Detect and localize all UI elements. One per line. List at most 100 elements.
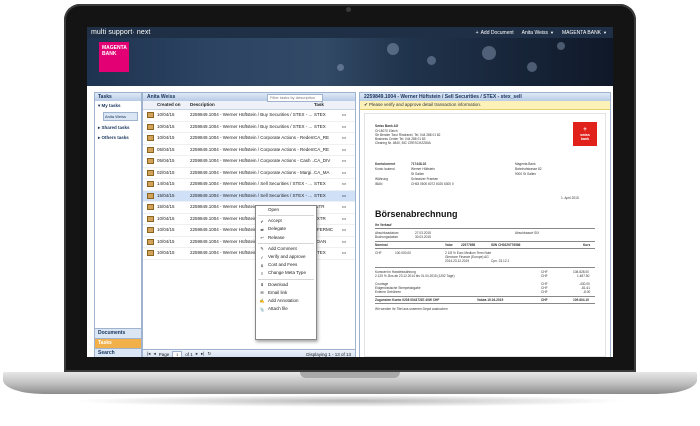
comment-icon[interactable]: ▭ <box>338 237 350 248</box>
nav-others-tasks[interactable]: ▸ Others tasks <box>95 133 141 143</box>
menu-item[interactable]: ✍ Add Annotation <box>256 297 316 305</box>
menu-item-icon: ↩ <box>260 235 264 241</box>
menu-item[interactable]: ≡ Change Meta Type <box>256 269 316 277</box>
menu-item[interactable]: ✉ Email link <box>256 289 316 297</box>
column-task[interactable]: Task <box>314 101 338 109</box>
menu-item[interactable]: ↩ Release <box>256 234 316 242</box>
tab-search[interactable]: Search <box>95 348 141 357</box>
refresh-icon[interactable]: ↻ <box>207 351 211 357</box>
comment-icon[interactable]: ▭ <box>338 122 350 133</box>
task-type: CA_DIV <box>314 158 331 163</box>
last-page-icon[interactable]: ▸| <box>201 351 204 357</box>
next-page-icon[interactable]: ▸ <box>196 351 198 357</box>
task-row[interactable]: 10/04/15 2259849.1004 - Werner Hüftstein … <box>143 237 355 248</box>
top-bar: multi support· next + Add Document Anita … <box>87 27 613 38</box>
task-row[interactable]: 15/04/15 2259849.1004 - Werner Hüftstein … <box>143 202 355 214</box>
menu-item[interactable]: ✓ Verify and approve <box>256 253 316 261</box>
divider <box>375 267 595 268</box>
task-description: 2259849.1004 - Werner Hüftstein / Buy Se… <box>190 112 313 117</box>
task-row[interactable]: 15/04/15 2259849.1004 - Werner Hüftstein … <box>143 190 355 202</box>
check-icon: ✔ <box>364 102 368 107</box>
task-type: STEX <box>314 192 326 198</box>
task-date: 15/04/15 <box>157 204 175 209</box>
menu-item-icon: ≡ <box>260 270 264 276</box>
comment-icon[interactable]: ▭ <box>338 156 350 167</box>
address-line: 9000 St Gallen <box>515 172 537 176</box>
document-preview: Swiss Bank AG CH-8070 Zürich Str Bender … <box>364 113 606 357</box>
comment-icon[interactable]: ▭ <box>338 202 350 213</box>
add-document-button[interactable]: + Add Document <box>476 30 514 36</box>
column-header: Created on Description Task <box>143 101 355 110</box>
task-row[interactable]: 10/04/15 2259849.1004 - Werner Hüftstein … <box>143 110 355 122</box>
nav-my-tasks[interactable]: ▾ My tasks <box>95 101 141 111</box>
task-row[interactable]: 05/04/15 2259849.1004 - Werner Hüftstein … <box>143 145 355 156</box>
column-created-on[interactable]: Created on <box>157 101 190 109</box>
comment-icon[interactable]: ▭ <box>338 168 350 179</box>
menu-item-icon: ✓ <box>260 254 264 260</box>
task-row[interactable]: 10/04/15 2259849.1004 - Werner Hüftstein … <box>143 214 355 225</box>
menu-item[interactable]: $ Cost and Fees <box>256 261 316 269</box>
position-line: Cpn. 23.12.1 <box>491 259 510 263</box>
task-row[interactable]: 05/04/15 2259849.1004 - Werner Hüftstein … <box>143 156 355 168</box>
konto-value: 717448-02 <box>411 162 427 166</box>
approval-notice: ✔ Please verify and approve detail trans… <box>360 101 610 110</box>
task-row[interactable]: 10/04/15 2259849.1004 - Werner Hüftstein … <box>143 122 355 133</box>
comment-icon[interactable]: ▭ <box>338 248 350 259</box>
prev-page-icon[interactable]: ◂ <box>153 351 155 357</box>
task-date: 10/04/15 <box>157 227 175 232</box>
task-row[interactable]: 02/04/15 2259849.1004 - Werner Hüftstein … <box>143 168 355 179</box>
task-row[interactable]: 10/04/15 2259849.1004 - Werner Hüftstein … <box>143 225 355 237</box>
address-line: Bahnhofstrasse 82 <box>515 167 542 171</box>
column-description[interactable]: Description <box>190 101 314 109</box>
first-page-icon[interactable]: |◂ <box>147 351 150 357</box>
comment-icon[interactable]: ▭ <box>338 179 350 190</box>
menu-item[interactable]: ⇄ Delegate <box>256 225 316 233</box>
position-line: 100.000.00 <box>395 251 411 255</box>
task-row[interactable]: 10/04/15 2259849.1004 - Werner Hüftstein … <box>143 248 355 260</box>
comment-icon[interactable]: ▭ <box>338 110 350 121</box>
task-date: 10/04/15 <box>157 215 175 221</box>
plus-icon: + <box>475 29 479 36</box>
total-valuta: Valuta 15.04.2015 <box>477 298 504 302</box>
menu-item-icon: $ <box>260 262 264 268</box>
tab-tasks[interactable]: Tasks <box>95 338 141 348</box>
total-label: Zugunsten Konto 0208 00437287.40W CHF <box>375 298 440 302</box>
menu-item[interactable]: 📎 Attach file <box>256 305 316 313</box>
menu-item[interactable]: ⬇ Download <box>256 281 316 289</box>
chevron-down-icon: ▼ <box>603 30 607 35</box>
page-input[interactable]: 1 <box>172 350 183 357</box>
menu-item-icon <box>259 208 265 213</box>
task-type: XFERMC <box>314 227 333 232</box>
konto-value: St Gallen <box>411 172 425 176</box>
task-icon <box>143 225 157 236</box>
menu-item[interactable]: Open <box>256 206 316 214</box>
nav-user-chip[interactable]: Anita Weiss <box>103 112 138 121</box>
document-subtitle: Ihr Verkauf <box>375 223 392 227</box>
task-row[interactable]: 14/04/15 2259849.1004 - Werner Hüftstein … <box>143 179 355 191</box>
konto-label: Währung <box>375 177 388 181</box>
task-rows: 10/04/15 2259849.1004 - Werner Hüftstein … <box>143 110 355 260</box>
nav-shared-tasks[interactable]: ▸ Shared tasks <box>95 123 141 133</box>
tab-documents[interactable]: Documents <box>95 328 141 338</box>
menu-item[interactable]: ✔ Accept <box>256 217 316 225</box>
comment-icon[interactable]: ▭ <box>338 133 350 144</box>
sender-line: Clearing Nr. 4840, BIC CRESCHZZ80A <box>375 141 431 145</box>
app-logo: multi support· next <box>91 29 151 36</box>
bank-menu[interactable]: MAGENTA BANK ▼ <box>562 30 607 36</box>
menu-item-icon: ✔ <box>260 218 264 224</box>
task-icon <box>143 145 157 156</box>
task-row[interactable]: 10/04/15 2259849.1004 - Werner Hüftstein … <box>143 133 355 145</box>
user-menu[interactable]: Anita Weiss ▼ <box>522 30 554 36</box>
comment-icon[interactable]: ▭ <box>338 145 350 156</box>
filter-input[interactable]: Filter tasks by description <box>267 94 323 102</box>
column-icon <box>143 101 157 109</box>
task-description: 2259849.1004 - Werner Hüftstein / Sell S… <box>190 181 312 186</box>
menu-item[interactable]: ✎ Add Comment <box>256 245 316 253</box>
task-date: 10/04/15 <box>157 238 175 244</box>
task-date: 15/04/15 <box>157 192 175 198</box>
app-screen: multi support· next + Add Document Anita … <box>87 27 613 357</box>
comment-icon[interactable]: ▭ <box>338 191 350 202</box>
comment-icon[interactable]: ▭ <box>338 214 350 225</box>
comment-icon[interactable]: ▭ <box>338 225 350 236</box>
menu-separator <box>258 278 314 280</box>
